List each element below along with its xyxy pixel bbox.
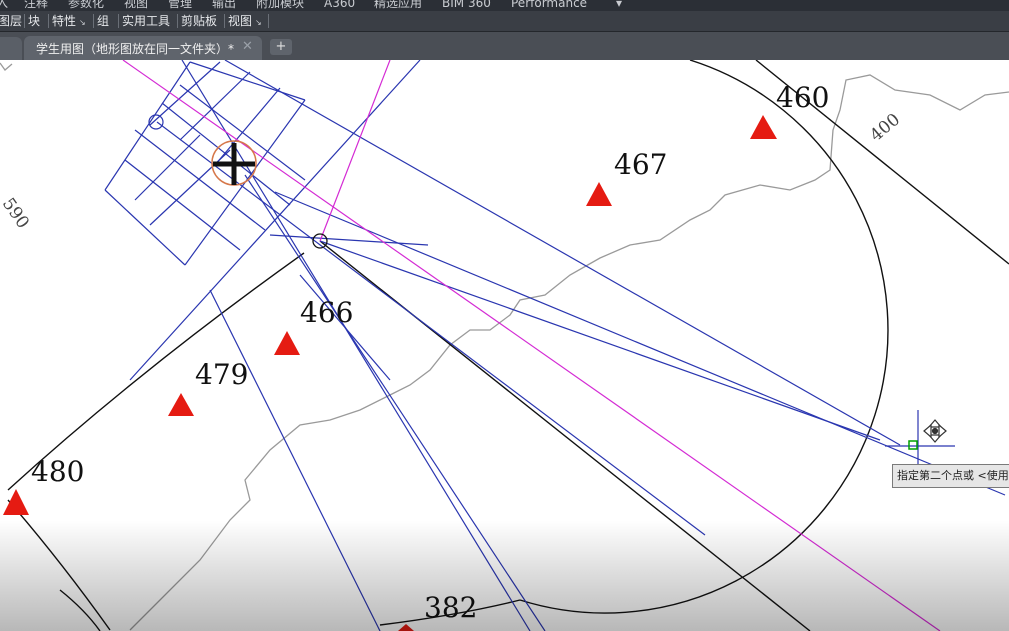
ribbon-panel-button[interactable]: 剪贴板	[181, 13, 217, 29]
ribbon-separator	[93, 14, 94, 28]
ribbon-panel-button[interactable]: 组	[97, 13, 109, 29]
elevation-label-467: 467	[614, 148, 667, 181]
account-dropdown-icon[interactable]: ▾	[616, 0, 622, 10]
ribbon-panel-label: 图层	[0, 14, 23, 28]
document-tab-bar: 学生用图（地形图放在同一文件夹）* ✕ +	[0, 32, 1009, 60]
ribbon-panel-button[interactable]: 块	[28, 13, 40, 29]
menu-item[interactable]: 入	[0, 0, 8, 10]
menu-item[interactable]: 精选应用	[374, 0, 422, 10]
ribbon-panel-label: 块	[28, 14, 41, 28]
menu-item[interactable]: A360	[324, 0, 355, 10]
ribbon-panel-button[interactable]: 实用工具	[122, 13, 170, 29]
menu-bar: 入 注释 参数化 视图 管理 输出 附加模块 A360 精选应用 BIM 360 Performan…	[0, 0, 1009, 11]
ribbon-panel-button[interactable]: 视图 ↘	[228, 13, 262, 29]
command-tooltip: 指定第二个点或 <使用	[892, 464, 1009, 488]
ribbon-separator	[118, 14, 119, 28]
elevation-label-479: 479	[195, 358, 248, 391]
ribbon-panel-bar: 图层块特性 ↘ 组实用工具 剪贴板 视图 ↘	[0, 11, 1009, 32]
menu-item[interactable]: 参数化	[68, 0, 104, 10]
ribbon-panel-button[interactable]: 图层	[0, 13, 22, 29]
ribbon-panel-label: 剪贴板	[181, 14, 218, 28]
ribbon-separator	[177, 14, 178, 28]
ribbon-panel-button[interactable]: 特性 ↘	[52, 13, 86, 29]
panel-expand-icon[interactable]: ↘	[79, 18, 86, 27]
ribbon-panel-label: 实用工具	[122, 14, 171, 28]
ribbon-panel-label: 组	[97, 14, 110, 28]
ribbon-separator	[224, 14, 225, 28]
ribbon-panel-label: 视图	[228, 14, 253, 28]
drawing-canvas[interactable]: 460 467 466 479 480 382 400 590	[0, 60, 1009, 631]
menu-item[interactable]: 管理	[168, 0, 192, 10]
ribbon-separator	[48, 14, 49, 28]
document-tab[interactable]: 学生用图（地形图放在同一文件夹）* ✕	[24, 36, 262, 60]
elevation-label-480: 480	[31, 455, 84, 488]
menu-item[interactable]: BIM 360	[442, 0, 491, 10]
previous-document-tab[interactable]	[0, 37, 22, 60]
menu-item[interactable]: 视图	[124, 0, 148, 10]
menu-item[interactable]: 输出	[212, 0, 236, 10]
document-tab-title: 学生用图（地形图放在同一文件夹）*	[36, 42, 235, 56]
elevation-label-466: 466	[300, 296, 353, 329]
menu-item[interactable]: 注释	[24, 0, 48, 10]
menu-item[interactable]: Performance	[511, 0, 587, 10]
new-tab-button[interactable]: +	[270, 39, 292, 55]
ribbon-panel-label: 特性	[52, 14, 77, 28]
menu-item[interactable]: 附加模块	[256, 0, 304, 10]
close-tab-icon[interactable]: ✕	[242, 39, 253, 54]
ribbon-separator	[268, 14, 269, 28]
panel-expand-icon[interactable]: ↘	[255, 18, 262, 27]
bottom-fade	[0, 520, 1009, 631]
elevation-label-460: 460	[776, 81, 829, 114]
ribbon-separator	[24, 14, 25, 28]
